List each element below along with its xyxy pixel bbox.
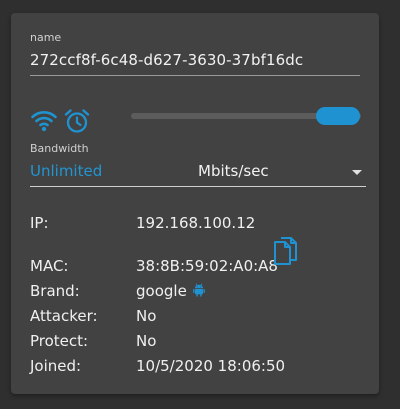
brand-value-wrap: google: [136, 282, 205, 300]
wifi-icon[interactable]: [31, 108, 57, 134]
brand-label: Brand:: [30, 282, 80, 300]
bandwidth-value: Unlimited: [30, 162, 103, 180]
ip-value: 192.168.100.12: [136, 214, 256, 232]
protect-value: No: [136, 332, 157, 350]
ip-label: IP:: [30, 214, 49, 232]
brand-value: google: [136, 282, 187, 300]
copy-icon[interactable]: [270, 236, 300, 270]
joined-value: 10/5/2020 18:06:50: [136, 357, 286, 375]
name-field[interactable]: 272ccf8f-6c48-d627-3630-37bf16dc: [30, 51, 303, 69]
name-field-underline: [30, 75, 360, 76]
bandwidth-underline: [30, 186, 366, 187]
bandwidth-label: Bandwidth: [30, 142, 89, 155]
android-icon: [192, 283, 205, 297]
name-label: name: [30, 31, 62, 44]
bandwidth-unit-selected: Mbits/sec: [198, 162, 269, 180]
device-card: name 272ccf8f-6c48-d627-3630-37bf16dc Ba…: [11, 13, 379, 394]
alarm-clock-icon[interactable]: [64, 108, 90, 134]
bandwidth-unit-select[interactable]: Mbits/sec: [121, 159, 366, 185]
mac-label: MAC:: [30, 257, 69, 275]
joined-label: Joined:: [30, 357, 82, 375]
chevron-down-icon[interactable]: [352, 170, 362, 175]
attacker-value: No: [136, 307, 157, 325]
mac-value: 38:8B:59:02:A0:A8: [136, 257, 278, 275]
bandwidth-slider-thumb[interactable]: [316, 107, 360, 125]
protect-label: Protect:: [30, 332, 89, 350]
attacker-label: Attacker:: [30, 307, 98, 325]
